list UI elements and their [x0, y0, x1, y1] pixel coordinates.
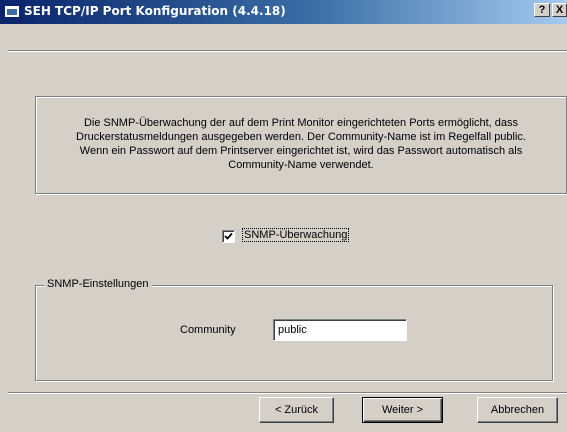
checkmark-icon: [224, 232, 233, 240]
info-text: Die SNMP-Überwachung der auf dem Print M…: [38, 116, 564, 172]
snmp-settings-legend: SNMP-Einstellungen: [44, 278, 152, 290]
snmp-monitoring-checkbox[interactable]: [222, 230, 235, 243]
back-button[interactable]: < Zurück: [259, 397, 334, 423]
title-bar: SEH TCP/IP Port Konfiguration (4.4.18) ?…: [0, 0, 567, 24]
cancel-button[interactable]: Abbrechen: [477, 397, 558, 423]
app-icon: [4, 5, 20, 18]
window-title: SEH TCP/IP Port Konfiguration (4.4.18): [24, 4, 286, 18]
info-line: Wenn ein Passwort auf dem Printserver ei…: [79, 145, 523, 157]
next-button[interactable]: Weiter >: [362, 397, 443, 423]
close-button[interactable]: X: [552, 3, 567, 17]
help-button[interactable]: ?: [534, 3, 550, 17]
snmp-monitoring-label[interactable]: SNMP-Überwachung: [241, 228, 350, 242]
header-separator: [8, 50, 567, 52]
community-input[interactable]: [273, 319, 407, 341]
info-line: Druckerstatusmeldungen ausgegeben werden…: [76, 131, 526, 143]
community-label: Community: [180, 324, 236, 336]
info-line: Die SNMP-Überwachung der auf dem Print M…: [83, 117, 519, 129]
info-line: Community-Name verwendet.: [228, 159, 374, 171]
footer-separator: [8, 392, 567, 394]
